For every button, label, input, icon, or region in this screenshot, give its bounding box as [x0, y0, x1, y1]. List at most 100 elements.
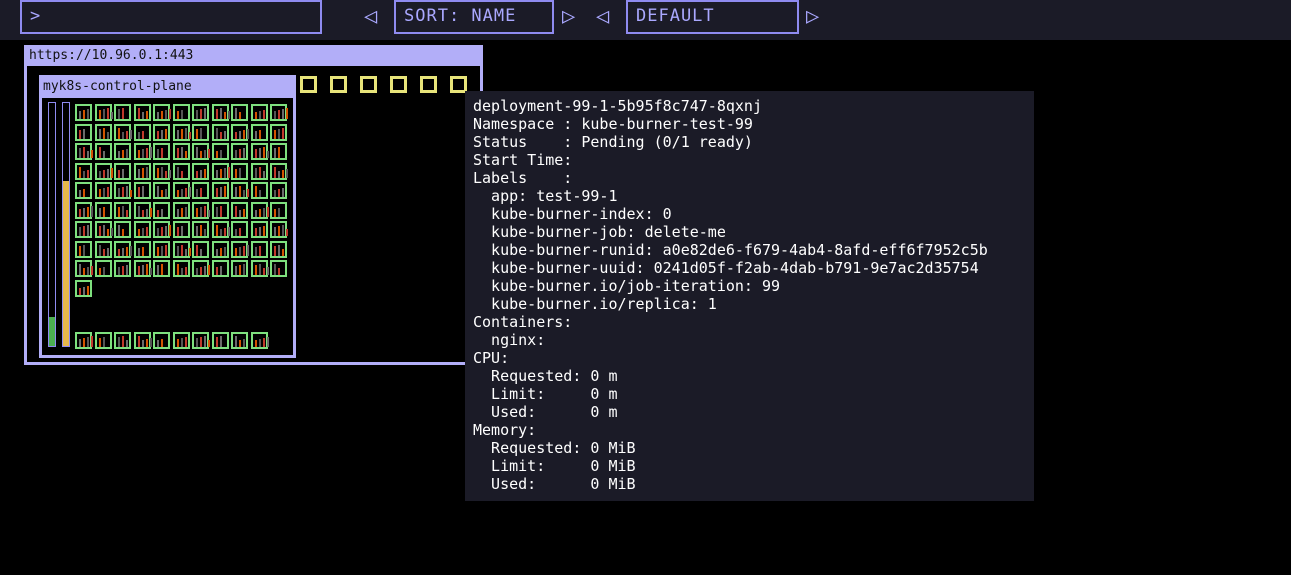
pod[interactable] — [75, 104, 92, 121]
pod[interactable] — [211, 162, 230, 180]
pod[interactable] — [192, 201, 210, 219]
pod[interactable] — [133, 104, 151, 121]
pod[interactable] — [75, 182, 92, 199]
pod[interactable] — [192, 182, 209, 199]
pod[interactable] — [94, 260, 112, 277]
pod[interactable] — [75, 143, 93, 160]
pod[interactable] — [231, 162, 248, 180]
pod[interactable] — [172, 260, 190, 277]
pod[interactable] — [250, 182, 268, 199]
pod[interactable] — [211, 240, 229, 258]
unscheduled-pod[interactable] — [300, 76, 317, 93]
pod[interactable] — [133, 182, 151, 199]
pod[interactable] — [94, 162, 113, 180]
mode-next-icon[interactable]: ▷ — [806, 4, 819, 30]
pod[interactable] — [211, 104, 230, 121]
sort-selector[interactable]: SORT: NAME — [394, 0, 554, 34]
pod[interactable] — [114, 260, 131, 277]
pod[interactable] — [94, 182, 112, 199]
unscheduled-pod[interactable] — [420, 76, 437, 93]
pod[interactable] — [114, 221, 131, 238]
pod[interactable] — [133, 162, 151, 180]
pod[interactable] — [94, 221, 113, 238]
pod[interactable] — [114, 201, 131, 219]
pod[interactable] — [153, 221, 171, 238]
pod[interactable] — [231, 332, 248, 349]
node-panel[interactable]: myk8s-control-plane — [39, 75, 296, 358]
pod[interactable] — [114, 240, 132, 258]
pod[interactable] — [172, 123, 191, 141]
pod[interactable] — [114, 104, 131, 121]
pod[interactable] — [133, 332, 152, 349]
pod[interactable] — [75, 221, 92, 238]
pod[interactable] — [133, 260, 152, 277]
pod[interactable] — [75, 279, 92, 297]
pod[interactable] — [133, 240, 151, 258]
pod[interactable] — [270, 201, 287, 219]
pod[interactable] — [172, 221, 190, 238]
pod[interactable] — [211, 201, 229, 219]
pod[interactable] — [270, 143, 287, 160]
pod[interactable] — [270, 182, 287, 199]
pod[interactable] — [153, 260, 170, 277]
search-input[interactable]: > — [20, 0, 322, 34]
pod[interactable] — [231, 104, 248, 121]
pod[interactable] — [94, 201, 112, 219]
pod[interactable] — [172, 143, 190, 160]
pod[interactable] — [153, 104, 171, 121]
pod[interactable] — [94, 104, 113, 121]
pod[interactable] — [231, 221, 248, 238]
pod[interactable] — [75, 162, 92, 180]
unscheduled-pod[interactable] — [360, 76, 377, 93]
pod[interactable] — [153, 201, 170, 219]
pod[interactable] — [231, 182, 249, 199]
pod[interactable] — [153, 123, 170, 141]
pod[interactable] — [231, 123, 249, 141]
mode-selector[interactable]: DEFAULT — [626, 0, 799, 34]
pod[interactable] — [270, 123, 287, 141]
mode-prev-icon[interactable]: ◁ — [596, 4, 609, 30]
pod[interactable] — [75, 123, 92, 141]
pod[interactable] — [75, 332, 93, 349]
pod[interactable] — [250, 260, 269, 277]
pod[interactable] — [172, 332, 190, 349]
pod[interactable] — [114, 162, 131, 180]
pod[interactable] — [153, 143, 170, 160]
pod[interactable] — [114, 182, 132, 199]
pod[interactable] — [114, 143, 131, 160]
pod[interactable] — [270, 240, 287, 258]
pod[interactable] — [211, 123, 229, 141]
sort-next-icon[interactable]: ▷ — [562, 4, 575, 30]
pod[interactable] — [250, 332, 269, 349]
pod[interactable] — [250, 201, 269, 219]
pod[interactable] — [270, 162, 288, 180]
pod[interactable] — [94, 240, 112, 258]
pod[interactable] — [114, 332, 131, 349]
pod[interactable] — [192, 260, 210, 277]
pod[interactable] — [192, 332, 210, 349]
unscheduled-pod[interactable] — [390, 76, 407, 93]
pod[interactable] — [114, 123, 132, 141]
pod[interactable] — [75, 201, 93, 219]
pod[interactable] — [172, 201, 190, 219]
pod[interactable] — [94, 123, 112, 141]
pod[interactable] — [250, 240, 268, 258]
pod[interactable] — [250, 221, 268, 238]
pod[interactable] — [192, 240, 209, 258]
pod[interactable] — [211, 260, 229, 277]
pod[interactable] — [250, 162, 268, 180]
pod[interactable] — [231, 240, 249, 258]
pod[interactable] — [172, 240, 191, 258]
pod[interactable] — [250, 123, 268, 141]
pod[interactable] — [192, 123, 209, 141]
pod[interactable] — [153, 332, 170, 349]
pod[interactable] — [270, 104, 288, 121]
pod[interactable] — [153, 182, 170, 199]
sort-prev-icon[interactable]: ◁ — [364, 4, 377, 30]
pod[interactable] — [192, 162, 209, 180]
pod[interactable] — [231, 143, 248, 160]
unscheduled-pod[interactable] — [330, 76, 347, 93]
pod[interactable] — [231, 201, 248, 219]
pod[interactable] — [133, 201, 152, 219]
pod[interactable] — [172, 104, 190, 121]
